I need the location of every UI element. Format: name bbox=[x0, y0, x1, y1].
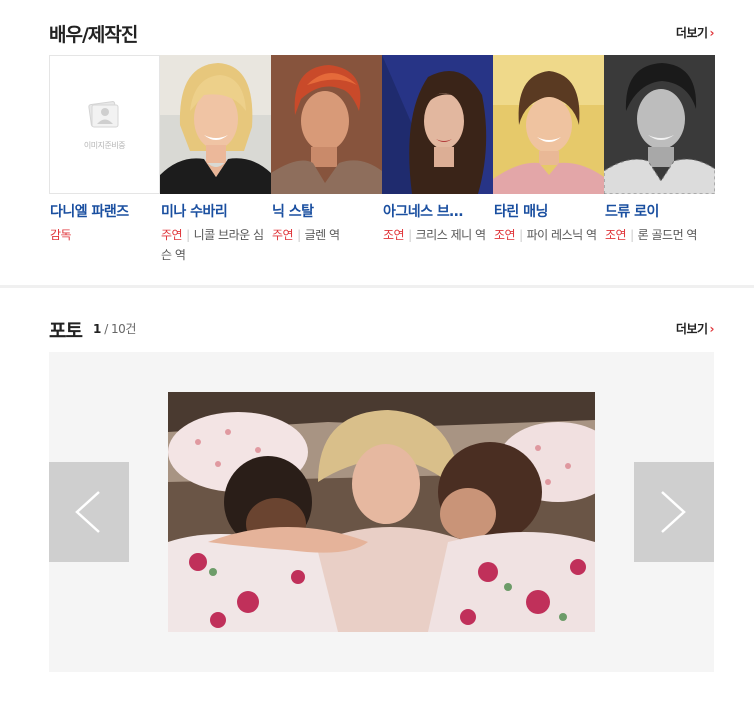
cast-name[interactable]: 닉 스탈 bbox=[271, 201, 382, 221]
section-divider bbox=[0, 285, 754, 288]
cast-name[interactable]: 미나 수바리 bbox=[160, 201, 271, 221]
cast-section-title: 배우/제작진 bbox=[49, 24, 138, 46]
chevron-right-icon bbox=[661, 491, 686, 533]
cast-member[interactable]: 아그네스 브… 조연 | 크리스 제니 역 bbox=[382, 55, 493, 245]
cast-type: 주연 bbox=[272, 228, 294, 242]
cast-photo[interactable] bbox=[160, 55, 271, 194]
photo-more-link[interactable]: 더보기 › bbox=[675, 320, 715, 337]
chevron-right-icon: › bbox=[709, 322, 715, 336]
cast-member[interactable]: 이미지준비중 다니엘 파랜즈 감독 bbox=[49, 55, 160, 245]
cast-name[interactable]: 타린 매닝 bbox=[493, 201, 604, 221]
separator: | bbox=[630, 228, 634, 242]
cast-photo-image bbox=[382, 55, 493, 194]
cast-photo[interactable] bbox=[493, 55, 604, 194]
cast-role: 조연 | 파이 레스닉 역 bbox=[493, 225, 604, 245]
cast-list: 이미지준비중 다니엘 파랜즈 감독 미나 수바리 주연 | 니콜 브라운 심슨 역 bbox=[49, 55, 715, 275]
cast-photo-image bbox=[493, 55, 604, 194]
cast-character: 크리스 제니 역 bbox=[415, 228, 486, 242]
cast-type: 주연 bbox=[161, 228, 183, 242]
cast-photo-image bbox=[604, 55, 715, 194]
cast-member[interactable]: 드류 로이 조연 | 론 골드먼 역 bbox=[604, 55, 715, 245]
chevron-left-icon bbox=[75, 491, 100, 533]
cast-more-link[interactable]: 더보기 › bbox=[675, 24, 715, 41]
separator: | bbox=[186, 228, 190, 242]
photo-image[interactable] bbox=[168, 392, 595, 632]
cast-role: 감독 bbox=[49, 225, 160, 245]
cast-type: 조연 bbox=[494, 228, 516, 242]
cast-name[interactable]: 아그네스 브… bbox=[382, 201, 493, 221]
cast-type: 감독 bbox=[50, 228, 72, 242]
more-label: 더보기 bbox=[675, 322, 708, 336]
cast-role: 조연 | 크리스 제니 역 bbox=[382, 225, 493, 245]
separator: | bbox=[297, 228, 301, 242]
photo-section-header: 포토 1 / 10건 더보기 › bbox=[49, 316, 715, 342]
placeholder-text: 이미지준비중 bbox=[83, 141, 126, 150]
chevron-right-icon: › bbox=[709, 26, 715, 40]
cast-photo[interactable] bbox=[271, 55, 382, 194]
photo-counter: 1 / 10건 bbox=[93, 320, 136, 337]
cast-name[interactable]: 다니엘 파랜즈 bbox=[49, 201, 160, 221]
person-placeholder-icon bbox=[88, 101, 119, 128]
cast-name[interactable]: 드류 로이 bbox=[604, 201, 715, 221]
cast-member[interactable]: 타린 매닝 조연 | 파이 레스닉 역 bbox=[493, 55, 604, 245]
cast-type: 조연 bbox=[383, 228, 405, 242]
cast-type: 조연 bbox=[605, 228, 627, 242]
photo-prev-button[interactable] bbox=[49, 462, 129, 562]
photo-counter-total: / 10건 bbox=[104, 322, 136, 336]
cast-photo[interactable] bbox=[604, 55, 715, 194]
separator: | bbox=[519, 228, 523, 242]
cast-photo[interactable] bbox=[382, 55, 493, 194]
photo-counter-current: 1 bbox=[93, 322, 101, 336]
cast-member[interactable]: 닉 스탈 주연 | 글렌 역 bbox=[271, 55, 382, 245]
photo-section-title: 포토 bbox=[49, 320, 83, 342]
cast-photo-image bbox=[160, 55, 271, 194]
cast-role: 주연 | 글렌 역 bbox=[271, 225, 382, 245]
cast-member[interactable]: 미나 수바리 주연 | 니콜 브라운 심슨 역 bbox=[160, 55, 271, 265]
cast-photo-placeholder[interactable]: 이미지준비중 bbox=[49, 55, 160, 194]
cast-role: 주연 | 니콜 브라운 심슨 역 bbox=[160, 225, 271, 265]
cast-character: 론 골드먼 역 bbox=[637, 228, 698, 242]
more-label: 더보기 bbox=[675, 26, 708, 40]
separator: | bbox=[408, 228, 412, 242]
photo-viewer bbox=[49, 352, 714, 672]
cast-character: 파이 레스닉 역 bbox=[526, 228, 597, 242]
photo-scene bbox=[168, 392, 595, 632]
photo-next-button[interactable] bbox=[634, 462, 714, 562]
cast-role: 조연 | 론 골드먼 역 bbox=[604, 225, 715, 245]
cast-section-header: 배우/제작진 더보기 › bbox=[49, 20, 715, 46]
cast-character: 글렌 역 bbox=[304, 228, 340, 242]
cast-photo-image bbox=[271, 55, 382, 194]
